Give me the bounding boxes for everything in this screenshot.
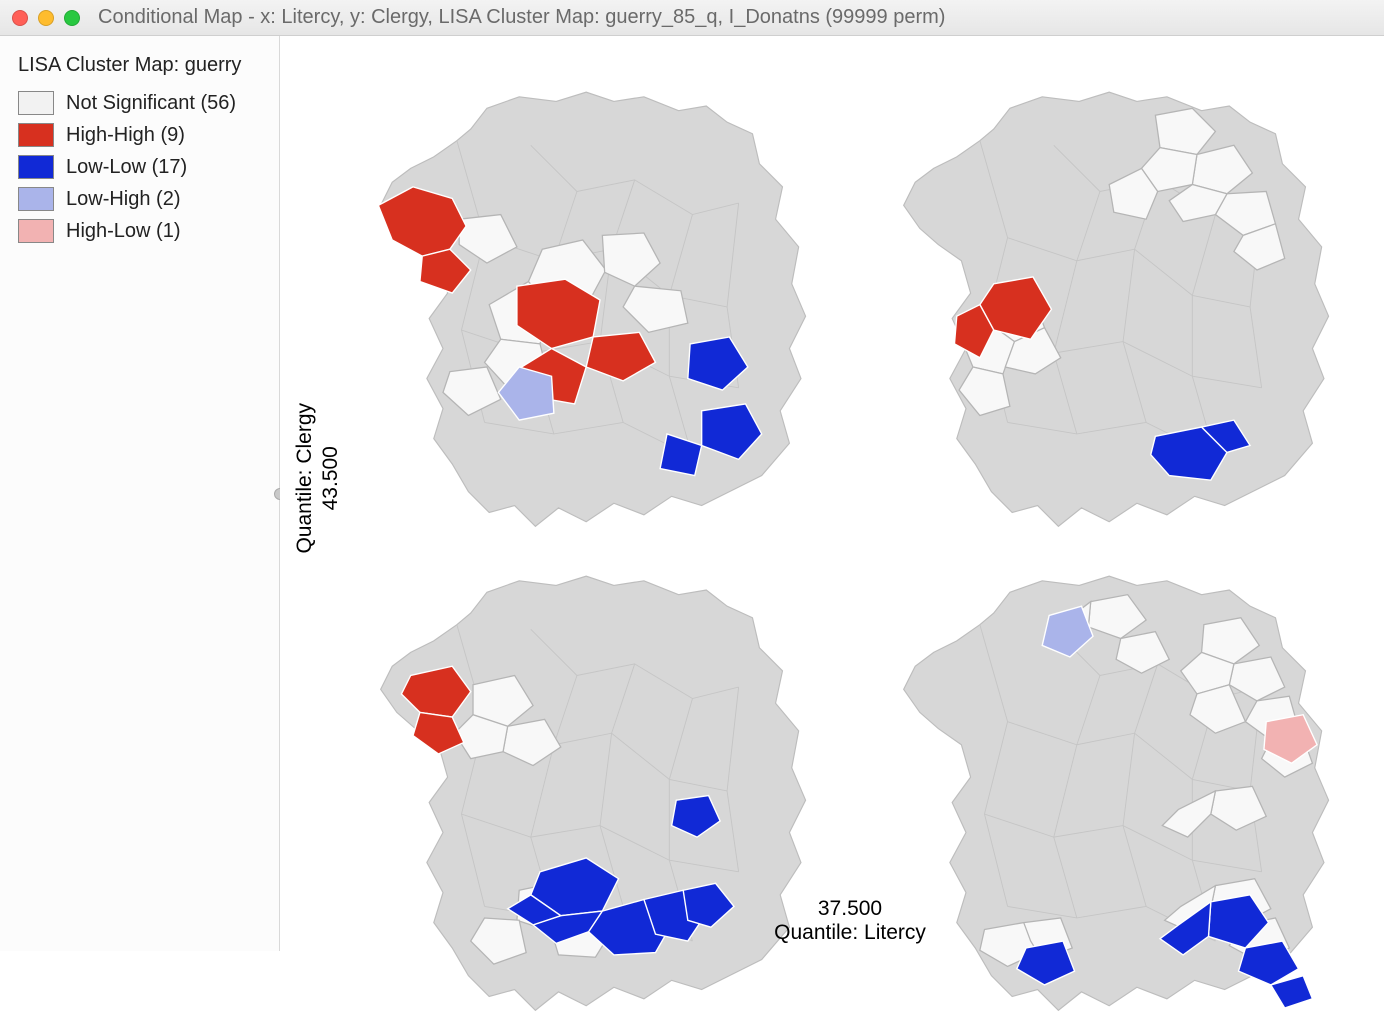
map-svg-bottom-right: [869, 560, 1354, 1022]
map-cell-bottom-left[interactable]: [346, 560, 831, 1022]
y-axis-break: 43.500: [319, 446, 342, 510]
swatch-high-high: [18, 123, 54, 147]
legend-item-low-high[interactable]: Low-High (2): [18, 183, 265, 215]
legend-label: High-High (9): [66, 124, 185, 147]
minimize-icon[interactable]: [38, 10, 54, 26]
legend-title: LISA Cluster Map: guerry: [18, 54, 265, 77]
x-axis-break: 37.500: [346, 897, 1354, 921]
map-svg-top-right: [869, 76, 1354, 538]
legend-panel: LISA Cluster Map: guerry Not Significant…: [0, 36, 280, 951]
legend-label: Not Significant (56): [66, 92, 236, 115]
map-svg-top-left: [346, 76, 831, 538]
window-title: Conditional Map - x: Litercy, y: Clergy,…: [98, 6, 945, 29]
close-icon[interactable]: [12, 10, 28, 26]
swatch-not-significant: [18, 91, 54, 115]
map-cell-bottom-right[interactable]: [869, 560, 1354, 1022]
map-cell-top-right[interactable]: [869, 76, 1354, 538]
window-controls: [12, 10, 80, 26]
legend-label: Low-High (2): [66, 188, 180, 211]
app-window: Conditional Map - x: Litercy, y: Clergy,…: [0, 0, 1384, 951]
legend-label: Low-Low (17): [66, 156, 187, 179]
map-svg-bottom-left: [346, 560, 831, 1022]
map-cell-top-left[interactable]: [346, 76, 831, 538]
legend-item-low-low[interactable]: Low-Low (17): [18, 151, 265, 183]
legend-label: High-Low (1): [66, 220, 180, 243]
window-body: LISA Cluster Map: guerry Not Significant…: [0, 36, 1384, 951]
titlebar[interactable]: Conditional Map - x: Litercy, y: Clergy,…: [0, 0, 1384, 36]
plot-content: Quantile: Clergy 43.500: [280, 36, 1384, 951]
x-axis-label: Quantile: Litercy: [346, 921, 1354, 945]
swatch-low-high: [18, 187, 54, 211]
small-multiples-grid: [346, 76, 1354, 881]
zoom-icon[interactable]: [64, 10, 80, 26]
swatch-high-low: [18, 219, 54, 243]
y-axis-label: Quantile: Clergy: [293, 403, 316, 554]
swatch-low-low: [18, 155, 54, 179]
x-axis: 37.500 Quantile: Litercy: [346, 897, 1354, 945]
legend-item-high-high[interactable]: High-High (9): [18, 119, 265, 151]
legend-item-not-significant[interactable]: Not Significant (56): [18, 87, 265, 119]
legend-item-high-low[interactable]: High-Low (1): [18, 215, 265, 247]
y-axis: Quantile: Clergy 43.500: [294, 76, 342, 881]
